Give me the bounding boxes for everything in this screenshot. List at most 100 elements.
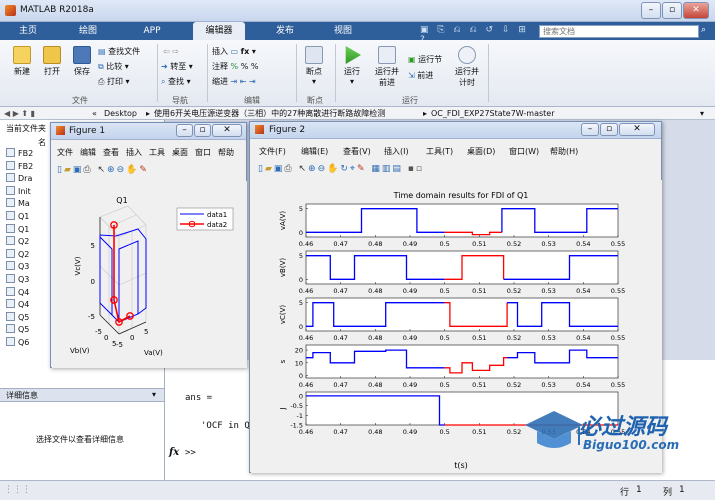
figure1-maximize-button[interactable]: ▫ <box>194 124 211 137</box>
fig1-menu-view[interactable]: 查看 <box>103 147 119 159</box>
list-item[interactable]: FB2 <box>6 160 33 173</box>
fig2-hide-icon[interactable]: ▪ <box>408 164 416 174</box>
quick-access-toolbar[interactable]: ▣ ⎘ ⎌ ⎌ ↺ ⇩ ⊞ ? <box>420 25 535 45</box>
fig2-open-icon[interactable]: ▰ <box>265 164 274 174</box>
fig1-pan-icon[interactable]: ✋ <box>126 165 139 175</box>
fig2-new-icon[interactable]: ▯ <box>258 164 265 174</box>
run-advance-button[interactable]: 运行并 前进 <box>372 46 402 88</box>
list-item[interactable]: Q3 <box>6 274 29 286</box>
minimize-button[interactable]: – <box>641 2 661 19</box>
list-item[interactable]: Q4 <box>6 299 29 311</box>
list-item[interactable]: Q1 <box>6 223 29 236</box>
fig2-pan-icon[interactable]: ✋ <box>327 164 340 174</box>
fig2-save-icon[interactable]: ▣ <box>274 164 285 174</box>
fig1-print-icon[interactable]: ⎙ <box>83 165 92 175</box>
goto-button[interactable]: ➜ 转至 ▾ <box>161 61 193 73</box>
figure2-close-button[interactable]: ✕ <box>619 123 655 136</box>
fig1-pointer-icon[interactable]: ↖ <box>97 165 107 175</box>
column-header-name[interactable]: 名 <box>38 137 46 148</box>
tab-publish[interactable]: 发布 <box>263 22 307 40</box>
address-bar[interactable]: ◀ ▶ ⬆ ▮ « Desktop ▸ 使用6开关电压源逆变器（三相）中的27种… <box>0 107 715 120</box>
figure1-close-button[interactable]: ✕ <box>212 124 242 137</box>
comment-button[interactable]: 注释 % % % <box>212 61 258 73</box>
list-item[interactable]: Q5 <box>6 311 29 324</box>
command-prompt[interactable]: >> <box>185 448 196 458</box>
fig2-zoom-in-icon[interactable]: ⊕ <box>308 164 318 174</box>
list-item[interactable]: Q5 <box>6 324 29 336</box>
insert-button[interactable]: 插入 ▭ fx ▾ <box>212 46 256 58</box>
list-item[interactable]: Q1 <box>6 211 29 223</box>
list-item[interactable]: Ma <box>6 198 30 210</box>
search-icon[interactable]: ⌕ <box>701 25 706 35</box>
fig2-menu-window[interactable]: 窗口(W) <box>509 146 539 158</box>
fig1-open-icon[interactable]: ▰ <box>64 165 73 175</box>
indent-button[interactable]: 缩进 ⇥ ⇤ ⇥ <box>212 76 256 88</box>
list-item[interactable]: Q3 <box>6 261 29 273</box>
compare-button[interactable]: ⧉ 比较 ▾ <box>98 61 129 73</box>
fig1-legend[interactable]: data1 data2 <box>176 207 234 231</box>
fig1-zoom-out-icon[interactable]: ⊖ <box>117 165 127 175</box>
fx-icon[interactable]: fx <box>169 447 179 458</box>
close-button[interactable]: ✕ <box>683 2 709 19</box>
fig1-menu-tools[interactable]: 工具 <box>149 147 165 159</box>
fig2-brush-icon[interactable]: ✎ <box>357 164 367 174</box>
run-button[interactable]: 运行 ▾ <box>340 46 364 86</box>
fig2-menu-desktop[interactable]: 桌面(D) <box>467 146 495 158</box>
list-item[interactable]: Init <box>6 185 31 198</box>
details-menu-icon[interactable]: ▾ <box>152 390 156 399</box>
fig2-dock-icon[interactable]: ▫ <box>416 164 424 174</box>
print-button[interactable]: ⎙ 打印 ▾ <box>98 76 130 88</box>
breadcrumb-desktop[interactable]: Desktop <box>104 107 137 120</box>
fig2-datacursor-icon[interactable]: ⌖ <box>350 164 357 174</box>
figure1-plot[interactable]: Q1 Vc(V) 5 0 -5 -5 0 5 -5 0 5 Vb(V) Va(V… <box>52 181 247 368</box>
fig2-rotate-icon[interactable]: ↻ <box>340 164 350 174</box>
fig2-pointer-icon[interactable]: ↖ <box>298 164 308 174</box>
list-item[interactable]: Dra <box>6 173 32 185</box>
fig2-menu-view[interactable]: 查看(V) <box>343 146 371 158</box>
fig1-save-icon[interactable]: ▣ <box>73 165 84 175</box>
fig1-menu-file[interactable]: 文件 <box>57 147 73 159</box>
run-time-button[interactable]: 运行并 计时 <box>452 46 482 88</box>
fig1-menu-desktop[interactable]: 桌面 <box>172 147 188 159</box>
maximize-button[interactable]: ▫ <box>662 2 682 19</box>
fig2-legend-icon[interactable]: ▤ <box>392 164 403 174</box>
tab-editor[interactable]: 编辑器 <box>193 22 245 40</box>
open-button[interactable]: 打开 <box>38 46 66 77</box>
find-button[interactable]: ⌕ 查找 ▾ <box>161 76 191 88</box>
search-input[interactable] <box>539 25 699 38</box>
tab-apps[interactable]: APP <box>130 22 174 40</box>
figure2-minimize-button[interactable]: – <box>581 123 599 136</box>
list-item[interactable]: Q2 <box>6 248 29 261</box>
breakpoints-button[interactable]: 断点 ▾ <box>302 46 326 86</box>
fig2-colorbar-icon[interactable]: ▥ <box>382 164 393 174</box>
fig2-menu-tools[interactable]: 工具(T) <box>426 146 453 158</box>
breadcrumb-master[interactable]: OC_FDI_EXP27State7W-master <box>431 107 555 120</box>
fig2-zoom-out-icon[interactable]: ⊖ <box>318 164 328 174</box>
fig2-menu-file[interactable]: 文件(F) <box>259 146 286 158</box>
list-item[interactable]: Q4 <box>6 286 29 299</box>
list-item[interactable]: Q2 <box>6 236 29 248</box>
list-item[interactable]: Q6 <box>6 337 29 349</box>
fig2-link-icon[interactable]: ▦ <box>371 164 382 174</box>
list-item[interactable]: FB2 <box>6 148 33 160</box>
fig1-zoom-in-icon[interactable]: ⊕ <box>107 165 117 175</box>
find-files-button[interactable]: ▤ 查找文件 <box>98 46 140 58</box>
figure1-minimize-button[interactable]: – <box>176 124 193 137</box>
figure1-window[interactable]: Figure 1 – ▫ ✕ 文件 编辑 查看 插入 工具 桌面 窗口 帮助 ▯… <box>50 122 247 368</box>
tab-home[interactable]: 主页 <box>6 22 50 40</box>
fig1-menu-window[interactable]: 窗口 <box>195 147 211 159</box>
figure2-maximize-button[interactable]: ▫ <box>600 123 618 136</box>
advance-button[interactable]: ⇲ 前进 <box>408 70 433 82</box>
tab-view[interactable]: 视图 <box>321 22 365 40</box>
fig1-new-icon[interactable]: ▯ <box>57 165 64 175</box>
nav-back-button[interactable]: ⇦ ⇨ <box>163 46 179 58</box>
new-button[interactable]: 新建 <box>8 46 36 77</box>
fig2-print-icon[interactable]: ⎙ <box>284 164 293 174</box>
fig1-menu-insert[interactable]: 插入 <box>126 147 142 159</box>
fig2-menu-edit[interactable]: 编辑(E) <box>301 146 328 158</box>
tab-plots[interactable]: 绘图 <box>66 22 110 40</box>
nav-arrows-icon[interactable]: ◀ ▶ ⬆ ▮ <box>4 107 35 120</box>
fig2-menu-help[interactable]: 帮助(H) <box>550 146 578 158</box>
fig1-brush-icon[interactable]: ✎ <box>139 165 149 175</box>
breadcrumb-project[interactable]: 使用6开关电压源逆变器（三相）中的27种离散进行断路故障检测 <box>154 107 385 120</box>
